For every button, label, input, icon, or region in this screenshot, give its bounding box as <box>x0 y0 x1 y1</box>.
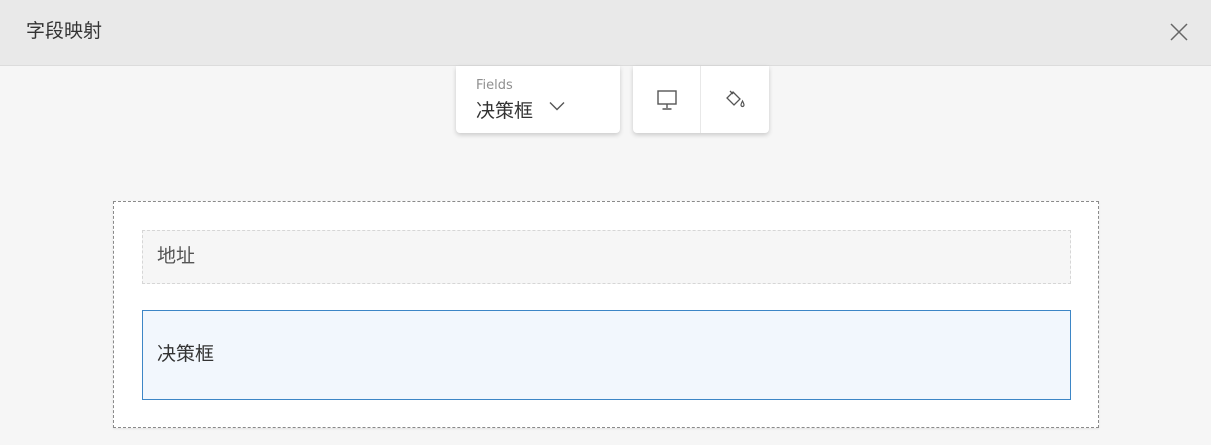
desktop-view-button[interactable] <box>633 66 701 133</box>
style-button[interactable] <box>701 66 769 133</box>
fields-caption: Fields <box>476 78 513 93</box>
field-label: 决策框 <box>157 343 215 365</box>
form-field-address[interactable]: 地址 <box>142 230 1071 284</box>
field-label: 地址 <box>157 245 196 267</box>
fields-dropdown[interactable]: Fields 决策框 <box>456 66 620 133</box>
chevron-down-icon <box>549 102 565 111</box>
paint-bucket-icon <box>726 90 745 108</box>
close-button[interactable] <box>1163 18 1195 46</box>
desktop-icon <box>657 90 677 110</box>
close-icon <box>1170 23 1188 41</box>
form-canvas: 地址 决策框 <box>113 201 1099 428</box>
fields-selected-value: 决策框 <box>476 100 534 122</box>
view-toolbar <box>633 66 769 133</box>
dialog-header: 字段映射 <box>0 0 1211 66</box>
form-field-decision-box[interactable]: 决策框 <box>142 310 1071 400</box>
dialog-title: 字段映射 <box>26 20 103 42</box>
